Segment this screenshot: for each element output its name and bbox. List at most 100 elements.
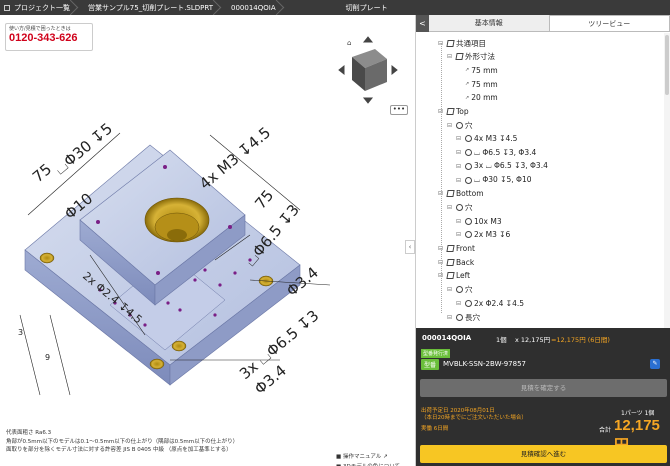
- cube-icon: [446, 190, 455, 198]
- tree-item-label: 2x Φ2.4 ↧4.5: [474, 298, 525, 308]
- per-part-count: 1パーツ 1個: [621, 410, 655, 417]
- tree-item[interactable]: ⊟ Back: [438, 256, 474, 268]
- tree-item[interactable]: ⊟ 4x M3 ↧4.5: [456, 133, 517, 145]
- viewer-menu-button[interactable]: •••: [390, 105, 408, 115]
- edit-icon[interactable]: ✎: [650, 359, 660, 369]
- tree-item[interactable]: ⊟ 長穴: [447, 311, 480, 323]
- help-contact-box[interactable]: 使い方/見積で困ったときは 0120-343-626: [5, 23, 93, 51]
- tree-item[interactable]: ⊟ ⌴ Φ6.5 ↧3, Φ3.4: [456, 147, 536, 159]
- note-line: 面取りを部分を除くモデル寸法に対する許容差 JIS B 0405 中級 （原点を…: [6, 447, 232, 453]
- tree-item[interactable]: ⊟ 外形寸法: [447, 51, 495, 63]
- circle-icon: [465, 135, 472, 143]
- tree-item[interactable]: ⊟ 穴: [447, 201, 473, 213]
- tree-item[interactable]: ⊟ ⌴ Φ30 ↧5, Φ10: [456, 174, 532, 186]
- tree-item[interactable]: ⊟ Top: [438, 106, 469, 118]
- axis-icon: ↗: [465, 94, 470, 101]
- tree-item[interactable]: ⊟ Bottom: [438, 188, 484, 200]
- note-line: 代表面粗さ Ra6.3: [6, 430, 52, 436]
- expand-toggle-icon[interactable]: ⊟: [447, 314, 455, 321]
- tree-item-label: 20 mm: [471, 93, 498, 103]
- confirm-quote-button[interactable]: 見積を確定する: [420, 379, 667, 397]
- top-breadcrumb-bar: プロジェクト一覧 営業サンプル75_切削プレート.SLDPRT 000014QO…: [0, 0, 670, 15]
- lead-days: 実働 6日間: [421, 426, 449, 432]
- tree-item-label: ⌴ Φ6.5 ↧3, Φ3.4: [474, 147, 537, 157]
- tree-item-label: 4x M3 ↧4.5: [474, 134, 518, 144]
- order-unit-price: x 12,175円: [515, 336, 551, 344]
- expand-toggle-icon[interactable]: ⊟: [438, 245, 446, 252]
- tree-item[interactable]: ⊟ 2x Φ2.4 ↧4.5: [456, 297, 524, 309]
- tree-item[interactable]: ⊟ 3x ⌴ Φ6.5 ↧3, Φ3.4: [456, 160, 548, 172]
- panel-back-button[interactable]: <: [416, 15, 429, 32]
- tree-item[interactable]: ↗ 20 mm: [456, 92, 498, 104]
- tree-item[interactable]: ↗ 75 mm: [456, 78, 498, 90]
- expand-toggle-icon[interactable]: ⊟: [447, 204, 455, 211]
- dim-9: 9: [45, 353, 50, 362]
- tree-scroll-thumb[interactable]: [665, 35, 669, 95]
- expand-toggle-icon[interactable]: ⊟: [438, 272, 446, 279]
- cube-icon: [446, 245, 455, 252]
- tree-item[interactable]: ↗ 75 mm: [456, 64, 498, 76]
- expand-toggle-icon[interactable]: ⊟: [447, 286, 455, 293]
- tree-item[interactable]: ⊟ 10x M3: [456, 215, 502, 227]
- cube-icon: [446, 108, 455, 115]
- expand-toggle-icon[interactable]: ⊟: [456, 231, 464, 238]
- expand-toggle-icon[interactable]: ⊟: [456, 300, 464, 307]
- tab-tree-view[interactable]: ツリービュー: [548, 15, 670, 31]
- go-to-quote-button[interactable]: 見積確認へ進む: [420, 445, 667, 463]
- breadcrumb-code[interactable]: 000014QOIA: [223, 0, 286, 15]
- tree-scrollbar[interactable]: [664, 33, 670, 328]
- expand-toggle-icon[interactable]: ⊟: [447, 53, 455, 60]
- tab-basic-info[interactable]: 基本情報: [429, 15, 549, 31]
- sum-label: 合計: [599, 427, 612, 434]
- breadcrumb-file[interactable]: 営業サンプル75_切削プレート.SLDPRT: [80, 0, 223, 15]
- tree-item-label: 10x M3: [474, 216, 502, 226]
- tree-item[interactable]: ⊟ 穴: [447, 119, 473, 131]
- side-panel: < 基本情報 ツリービュー ⊟ 共通項目 ⊟ 外形寸法 ↗ 75 mm ↗ 75 mm ↗ 20 …: [415, 15, 670, 466]
- dim-cbore-30: ⌴Φ30 ↧5: [51, 119, 116, 178]
- expand-toggle-icon[interactable]: ⊟: [456, 135, 464, 142]
- expand-toggle-icon[interactable]: ⊟: [456, 163, 464, 170]
- expand-toggle-icon[interactable]: ⊟: [438, 190, 446, 197]
- ship-date: 出荷予定日 2020年08月01日 （本日20時までにご注文いただいた場合）: [421, 408, 527, 421]
- dim-75-right: 75: [251, 186, 277, 212]
- home-icon: [4, 4, 10, 11]
- home-view-icon[interactable]: ⌂: [347, 39, 351, 47]
- circle-icon: [456, 286, 463, 294]
- expand-toggle-icon[interactable]: ⊟: [438, 108, 446, 115]
- expand-toggle-icon[interactable]: ⊟: [456, 149, 464, 156]
- breadcrumb-home[interactable]: プロジェクト一覧: [0, 0, 80, 15]
- tree-item[interactable]: ⊟ Front: [438, 243, 475, 255]
- tree-item[interactable]: ⊟ 穴: [447, 284, 473, 296]
- expand-toggle-icon[interactable]: ⊟: [456, 218, 464, 225]
- cube-icon: [446, 258, 455, 266]
- tree-item-label: Back: [456, 257, 475, 267]
- tree-item-label: 穴: [465, 120, 473, 130]
- feature-tree: ⊟ 共通項目 ⊟ 外形寸法 ↗ 75 mm ↗ 75 mm ↗ 20 mm ⊟ Top ⊟ 穴 ⊟ 4x M3…: [416, 33, 670, 328]
- tree-item-label: Front: [456, 244, 475, 253]
- tree-item-label: 長穴: [465, 312, 480, 322]
- help-phone[interactable]: 0120-343-626: [9, 32, 89, 44]
- order-code: 000014QOIA: [422, 334, 472, 342]
- tree-item[interactable]: ⊟ 2x M3 ↧6: [456, 229, 510, 241]
- manual-link[interactable]: ■ 操作マニュアル ↗: [336, 452, 400, 462]
- tree-item-label: 穴: [465, 202, 473, 212]
- expand-toggle-icon[interactable]: ⊟: [438, 259, 446, 266]
- expand-toggle-icon[interactable]: ⊟: [447, 122, 455, 129]
- expand-toggle-icon[interactable]: ⊟: [456, 177, 464, 184]
- status-badge: 型番発行済: [421, 349, 451, 358]
- tree-item-label: 3x ⌴ Φ6.5 ↧3, Φ3.4: [474, 161, 548, 171]
- breadcrumb-title: 切削プレート: [345, 3, 388, 12]
- panel-collapse-button[interactable]: ‹: [405, 240, 415, 254]
- tree-item-label: Bottom: [456, 189, 484, 199]
- tree-item[interactable]: ⊟ Left: [438, 270, 470, 282]
- view-navigation-cube[interactable]: ⌂: [337, 35, 399, 105]
- panel-tabs: < 基本情報 ツリービュー: [416, 15, 670, 32]
- expand-toggle-icon[interactable]: ⊟: [438, 40, 446, 47]
- model-color-link[interactable]: ■ 3Dモデルの色について: [336, 462, 400, 466]
- tree-item[interactable]: ⊟ 共通項目: [438, 37, 486, 49]
- circle-icon: [465, 299, 472, 307]
- cad-viewer[interactable]: 75 ⌴Φ30 ↧5 Φ10 4x M3 ↧4.5 75 ⌴Φ6.5 ↧3 Φ3…: [0, 15, 415, 466]
- dim-4x-m3: 4x M3 ↧4.5: [196, 123, 274, 193]
- help-links: ■ 操作マニュアル ↗ ■ 3Dモデルの色について: [336, 452, 400, 466]
- tree-item-label: 共通項目: [456, 38, 486, 48]
